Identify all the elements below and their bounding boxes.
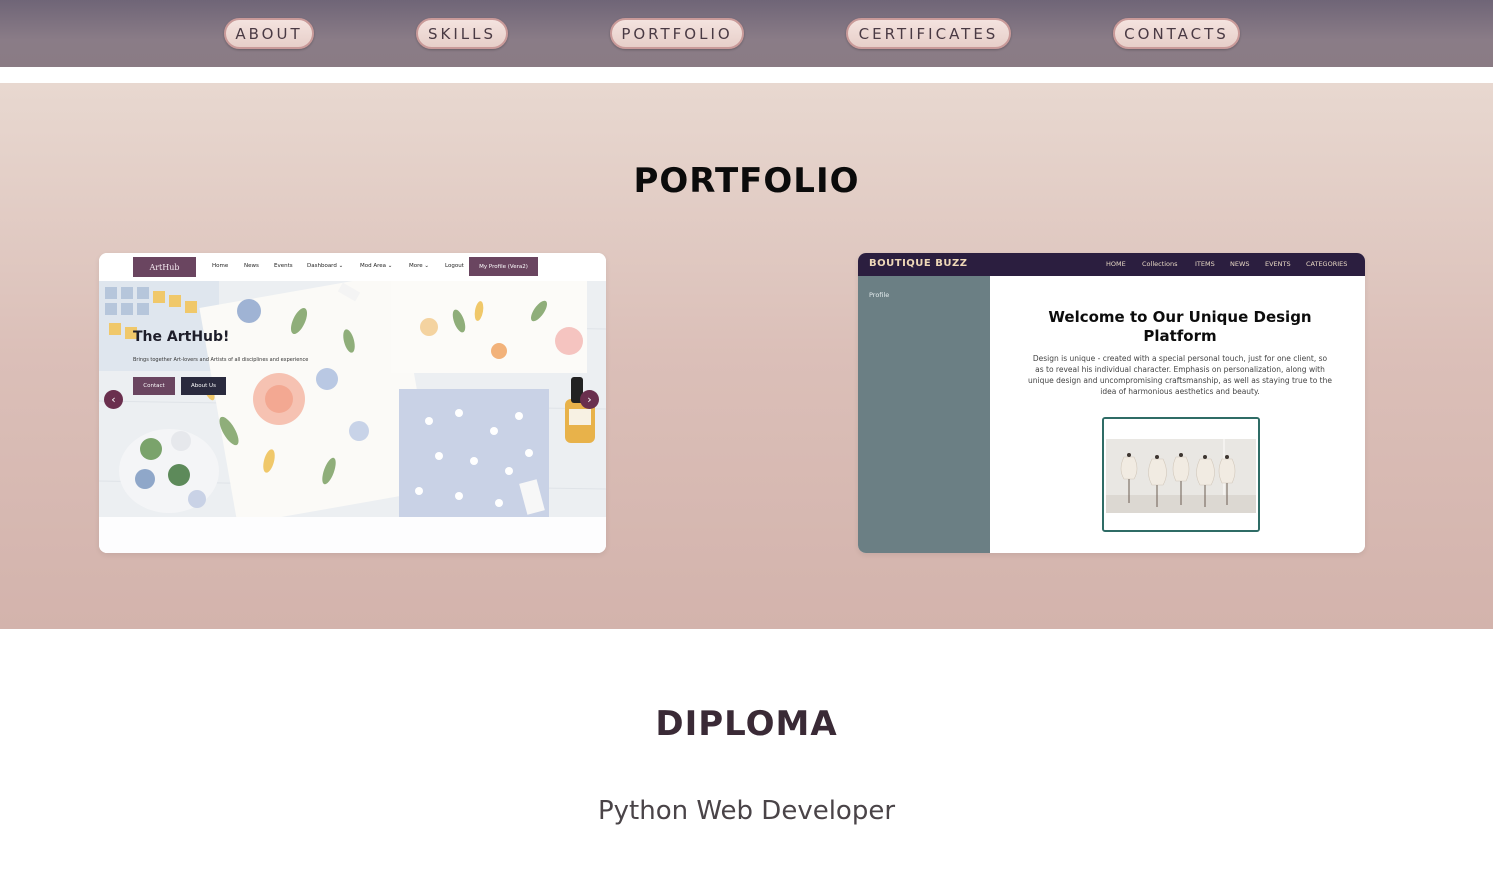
nav-certificates-button[interactable]: CERTIFICATES <box>846 18 1011 49</box>
mannequins-illustration <box>1104 419 1258 530</box>
boutique-nav-link: CATEGORIES <box>1306 260 1348 268</box>
arthub-footer <box>99 517 606 553</box>
boutique-nav-link: HOME <box>1106 260 1126 268</box>
boutique-nav-link: Collections <box>1142 260 1178 268</box>
diploma-title: DIPLOMA <box>655 704 838 744</box>
portfolio-section: PORTFOLIO ArtHub Home News Events Dashbo… <box>0 83 1493 629</box>
arthub-hero-subtitle: Brings together Art-lovers and Artists o… <box>133 357 309 363</box>
boutique-sidebar: Profile <box>858 276 990 553</box>
arthub-nav-link: Dashboard ⌄ <box>307 263 344 269</box>
arthub-about-button: About Us <box>181 377 226 395</box>
boutique-nav-link: NEWS <box>1230 260 1250 268</box>
arthub-nav-link: Logout <box>445 263 464 269</box>
diploma-subtitle: Python Web Developer <box>597 796 896 826</box>
arthub-nav-link: Events <box>274 263 293 269</box>
carousel-prev-icon: ‹ <box>104 390 123 409</box>
arthub-navbar: ArtHub Home News Events Dashboard ⌄ Mod … <box>99 253 606 281</box>
arthub-contact-button: Contact <box>133 377 175 395</box>
nav-contacts-button[interactable]: CONTACTS <box>1113 18 1240 49</box>
portfolio-card-arthub[interactable]: ArtHub Home News Events Dashboard ⌄ Mod … <box>99 253 606 553</box>
portfolio-title: PORTFOLIO <box>633 161 860 201</box>
boutique-main-content: Welcome to Our Unique Design Platform De… <box>990 276 1365 553</box>
arthub-hero-image: The ArtHub! Brings together Art-lovers a… <box>99 281 606 517</box>
arthub-hero-title: The ArtHub! <box>133 329 230 345</box>
arthub-nav-link: More ⌄ <box>409 263 429 269</box>
boutique-nav-link: ITEMS <box>1195 260 1215 268</box>
nav-about-button[interactable]: ABOUT <box>224 18 314 49</box>
boutique-brand: BOUTIQUE BUZZ <box>869 258 968 269</box>
boutique-mannequins-image <box>1102 417 1260 532</box>
top-navigation: ABOUT SKILLS PORTFOLIO CERTIFICATES CONT… <box>0 0 1493 67</box>
portfolio-card-boutique-buzz[interactable]: BOUTIQUE BUZZ HOME Collections ITEMS NEW… <box>858 253 1365 553</box>
arthub-logo: ArtHub <box>133 257 196 277</box>
arthub-nav-link: News <box>244 263 259 269</box>
carousel-next-icon: › <box>580 390 599 409</box>
arthub-profile-button: My Profile (Vera2) <box>469 257 538 276</box>
watercolor-illustration <box>99 281 606 517</box>
nav-skills-button[interactable]: SKILLS <box>416 18 508 49</box>
boutique-welcome-title: Welcome to Our Unique Design Platform <box>1048 308 1312 345</box>
arthub-nav-link: Home <box>212 263 229 269</box>
boutique-nav-link: EVENTS <box>1265 260 1291 268</box>
boutique-description: Design is unique - created with a specia… <box>1028 354 1332 396</box>
nav-portfolio-button[interactable]: PORTFOLIO <box>610 18 744 49</box>
boutique-sidebar-profile: Profile <box>869 291 890 299</box>
arthub-nav-link: Mod Area ⌄ <box>360 263 393 269</box>
boutique-navbar: BOUTIQUE BUZZ HOME Collections ITEMS NEW… <box>858 253 1365 276</box>
